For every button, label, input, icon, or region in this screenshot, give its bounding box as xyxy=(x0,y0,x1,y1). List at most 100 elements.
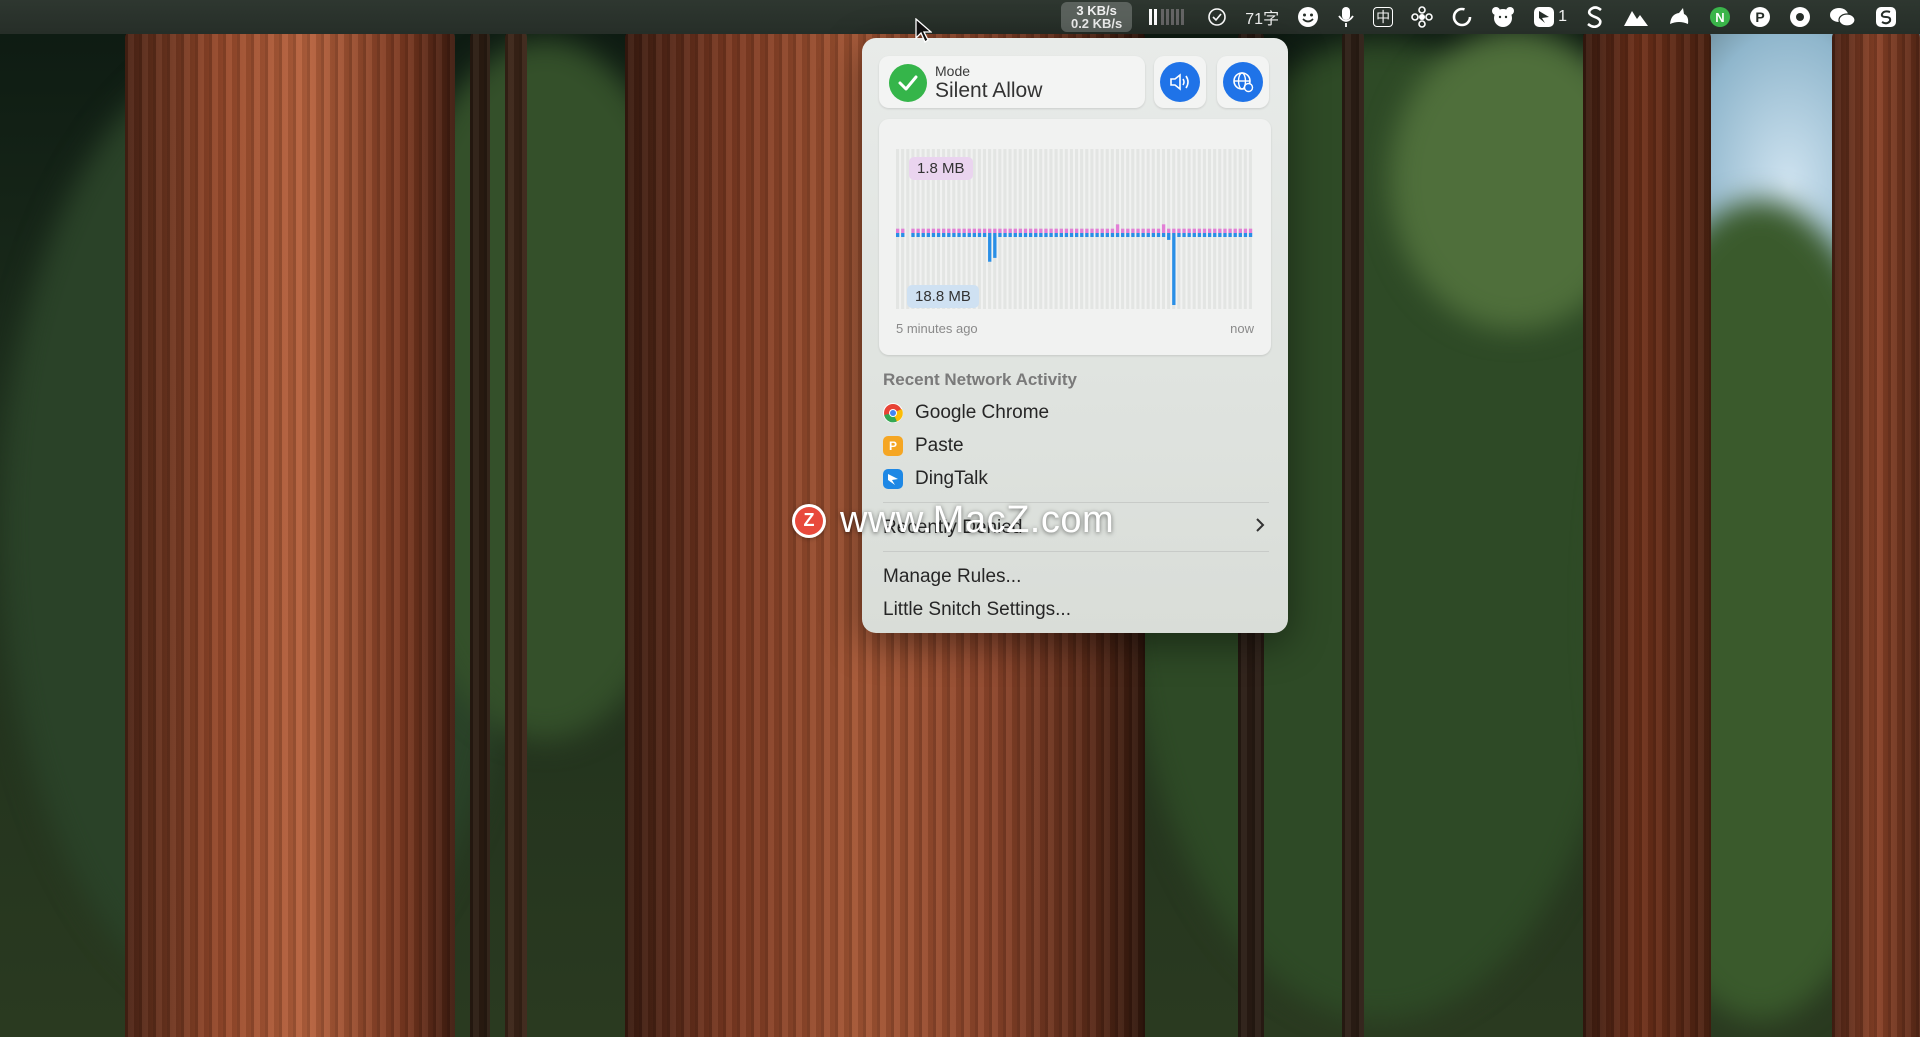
outgoing-bar xyxy=(1228,233,1232,237)
tree-trunk xyxy=(1832,30,1920,1037)
incoming-bar xyxy=(1161,224,1166,233)
sync-icon[interactable] xyxy=(1442,0,1482,34)
mode-selector[interactable]: Mode Silent Allow xyxy=(879,56,1145,108)
outgoing-bar xyxy=(896,233,900,237)
incoming-bar xyxy=(1213,228,1217,233)
incoming-bar xyxy=(1105,228,1110,233)
bird-icon[interactable] xyxy=(1658,0,1700,34)
incoming-bar xyxy=(1018,228,1023,233)
outgoing-bar xyxy=(1059,233,1063,237)
wechat-icon[interactable] xyxy=(1820,0,1866,34)
incoming-bar xyxy=(1003,228,1007,233)
incoming-bar xyxy=(1192,228,1196,233)
outgoing-bar xyxy=(967,233,971,237)
signal-meter-icon[interactable] xyxy=(1138,0,1198,34)
outgoing-bar xyxy=(931,233,936,237)
app-row-chrome[interactable]: Google Chrome xyxy=(883,399,1049,427)
dingtalk-badge-count: 1 xyxy=(1558,8,1567,25)
tree-trunk xyxy=(505,30,527,1037)
outgoing-bar xyxy=(993,233,997,258)
outgoing-bar xyxy=(916,233,920,237)
tree-trunk xyxy=(1342,30,1364,1037)
dingtalk-icon[interactable]: 1 xyxy=(1524,0,1576,34)
notion-icon[interactable]: N xyxy=(1700,0,1740,34)
svg-text:N: N xyxy=(1715,10,1724,25)
settings-item[interactable]: Little Snitch Settings... xyxy=(883,599,1071,621)
incoming-bar xyxy=(901,228,905,233)
paste-p-icon[interactable]: P xyxy=(1740,0,1780,34)
outgoing-bar xyxy=(1049,233,1053,237)
incoming-bar xyxy=(1028,228,1033,233)
incoming-bar xyxy=(993,228,997,233)
incoming-bar xyxy=(911,228,915,233)
outgoing-bar xyxy=(936,233,941,237)
incoming-bar xyxy=(1207,228,1212,233)
outgoing-bar xyxy=(1028,233,1033,237)
incoming-bar xyxy=(1054,228,1058,233)
incoming-bar xyxy=(1136,228,1140,233)
outgoing-bar xyxy=(921,233,925,237)
traffic-chart-svg xyxy=(896,149,1253,309)
incoming-bar xyxy=(1167,228,1171,233)
network-monitor-item[interactable]: 3 KB/s 0.2 KB/s xyxy=(1060,2,1133,32)
network-globe-button[interactable] xyxy=(1217,56,1269,108)
watermark-badge: Z xyxy=(795,506,823,535)
incoming-bar xyxy=(1223,228,1227,233)
time-start-label: 5 minutes ago xyxy=(896,321,978,336)
incoming-bar xyxy=(1202,228,1207,233)
input-method-icon[interactable]: 中 xyxy=(1364,0,1402,34)
incoming-bar xyxy=(1238,228,1242,233)
incoming-bar xyxy=(1044,228,1048,233)
outgoing-bar xyxy=(998,233,1002,237)
incoming-bar xyxy=(916,228,920,233)
outgoing-bar xyxy=(1187,233,1191,237)
face-icon[interactable] xyxy=(1288,0,1328,34)
app-row-paste[interactable]: P Paste xyxy=(883,432,964,460)
outgoing-bar xyxy=(1243,233,1248,237)
incoming-bar xyxy=(1151,228,1156,233)
checkmark-circle-icon[interactable] xyxy=(1198,0,1236,34)
outgoing-bar xyxy=(1003,233,1007,237)
record-icon[interactable] xyxy=(1780,0,1820,34)
outgoing-bar xyxy=(977,233,982,237)
recent-activity-title: Recent Network Activity xyxy=(883,370,1077,389)
sketchbook-icon[interactable] xyxy=(1866,0,1906,34)
bear-icon[interactable] xyxy=(1482,0,1524,34)
outgoing-bar xyxy=(1085,233,1089,237)
incoming-bar xyxy=(1233,228,1237,233)
outgoing-bar xyxy=(926,233,931,237)
outgoing-bar xyxy=(1110,233,1115,237)
incoming-bar xyxy=(942,228,946,233)
mountain-icon[interactable] xyxy=(1614,0,1658,34)
incoming-bar xyxy=(1141,228,1145,233)
incoming-bar xyxy=(1059,228,1063,233)
manage-rules-item[interactable]: Manage Rules... xyxy=(883,566,1021,588)
scrivener-icon[interactable] xyxy=(1576,0,1614,34)
outgoing-bar xyxy=(1095,233,1099,237)
outgoing-bar xyxy=(972,233,977,237)
incoming-bar xyxy=(921,228,925,233)
outgoing-bar xyxy=(911,233,915,237)
outgoing-bar xyxy=(1064,233,1069,237)
outgoing-bar xyxy=(1136,233,1140,237)
checkmark-icon xyxy=(889,64,927,102)
input-char-count[interactable]: 71字 xyxy=(1236,0,1288,34)
outgoing-bar xyxy=(1100,233,1104,237)
incoming-bar xyxy=(1090,228,1094,233)
flower-icon[interactable] xyxy=(1402,0,1442,34)
incoming-bar xyxy=(977,228,982,233)
outgoing-bar xyxy=(1090,233,1094,237)
incoming-bar xyxy=(947,228,951,233)
outgoing-peak-label: 18.8 MB xyxy=(907,285,979,308)
incoming-bar xyxy=(1131,228,1135,233)
outgoing-bar xyxy=(1218,233,1222,237)
app-row-dingtalk[interactable]: DingTalk xyxy=(883,465,988,493)
microphone-icon[interactable] xyxy=(1328,0,1364,34)
app-name: Paste xyxy=(915,435,964,456)
outgoing-bar xyxy=(1115,233,1120,237)
tree-trunk xyxy=(1583,30,1711,1037)
sound-button[interactable] xyxy=(1154,56,1206,108)
outgoing-bar xyxy=(962,233,966,237)
outgoing-bar xyxy=(1202,233,1207,237)
outgoing-bar xyxy=(1238,233,1242,237)
